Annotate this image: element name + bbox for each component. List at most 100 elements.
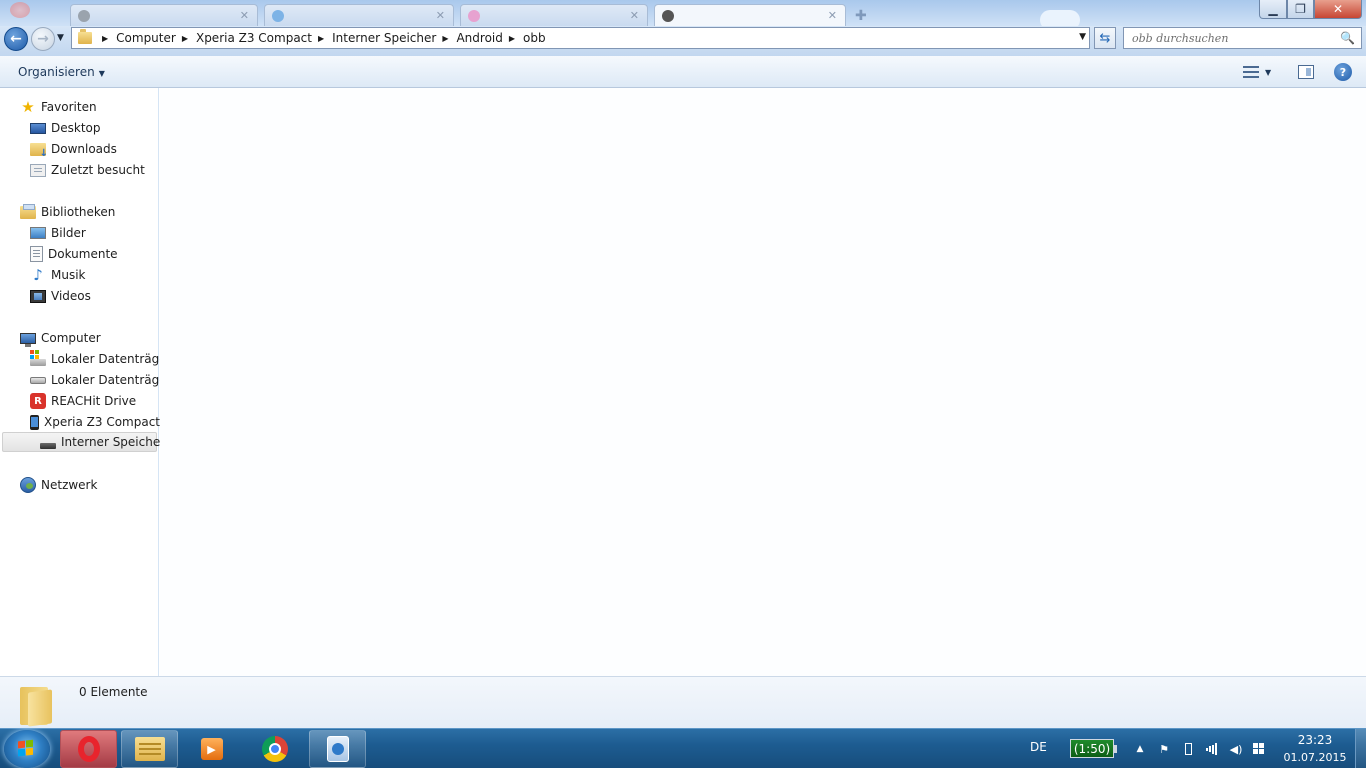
nav-internal-storage[interactable]: Interner Speicher xyxy=(2,432,165,452)
nav-label: Computer xyxy=(41,331,101,345)
nav-local-disk-d[interactable]: Lokaler Datenträger xyxy=(30,370,172,390)
nav-network[interactable]: Netzwerk xyxy=(20,475,97,495)
nav-libraries[interactable]: Bibliotheken xyxy=(20,202,115,222)
power-icon[interactable] xyxy=(1181,742,1195,756)
breadcrumb-separator-icon[interactable]: ▶ xyxy=(442,34,448,43)
computer-icon xyxy=(20,332,36,347)
nav-reachit-drive[interactable]: R REACHit Drive xyxy=(30,391,136,411)
show-hidden-icons-icon[interactable]: ▲ xyxy=(1133,742,1147,756)
taskbar-app-explorer[interactable] xyxy=(121,730,178,768)
nav-label: Bilder xyxy=(51,226,86,240)
minimize-button[interactable]: ▁ xyxy=(1259,0,1287,19)
start-button[interactable] xyxy=(4,730,50,768)
nav-label: Videos xyxy=(51,289,91,303)
search-icon[interactable]: 🔍 xyxy=(1340,31,1355,45)
pc-companion-icon xyxy=(326,736,349,762)
action-center-flag-icon[interactable]: ⚑ xyxy=(1157,742,1171,756)
breadcrumb-xperia[interactable]: Xperia Z3 Compact xyxy=(196,31,312,45)
media-player-icon: ▶ xyxy=(200,738,223,760)
nav-desktop[interactable]: Desktop xyxy=(30,118,101,138)
breadcrumb-obb[interactable]: obb xyxy=(523,31,546,45)
close-button[interactable]: ✕ xyxy=(1314,0,1362,19)
nav-label: Zuletzt besucht xyxy=(51,163,145,177)
address-history-dropdown[interactable]: ▼ xyxy=(1079,32,1086,42)
nav-favorites[interactable]: ★ Favoriten xyxy=(20,97,97,117)
folder-icon xyxy=(20,683,54,727)
new-tab-icon: ✚ xyxy=(855,8,867,24)
nav-computer[interactable]: Computer xyxy=(20,328,101,348)
drive-icon xyxy=(30,376,46,384)
reachit-icon: R xyxy=(30,393,46,409)
tab-close-icon: ✕ xyxy=(239,9,249,22)
organize-button[interactable]: Organisieren ▼ xyxy=(18,65,105,79)
volume-icon[interactable]: ◀) xyxy=(1229,742,1243,756)
pictures-icon xyxy=(30,227,46,239)
command-bar: Organisieren ▼ ▼ ? xyxy=(0,56,1366,88)
nav-pictures[interactable]: Bilder xyxy=(30,223,86,243)
breadcrumb-android[interactable]: Android xyxy=(456,31,502,45)
change-view-button[interactable]: ▼ xyxy=(1243,63,1279,81)
search-input[interactable] xyxy=(1132,31,1332,45)
tab-close-icon: ✕ xyxy=(629,9,639,22)
taskbar-app-pc-companion[interactable] xyxy=(309,730,366,768)
preview-pane-button[interactable] xyxy=(1298,65,1314,79)
nav-music[interactable]: ♪ Musik xyxy=(30,265,85,285)
breadcrumb-internal-storage[interactable]: Interner Speicher xyxy=(332,31,436,45)
title-bar: ✕ ✕ ✕ ✕ ✚ ▁ ❐ ✕ xyxy=(0,0,1366,26)
nav-label: Desktop xyxy=(51,121,101,135)
nav-videos[interactable]: Videos xyxy=(30,286,91,306)
language-indicator[interactable]: DE xyxy=(1030,740,1047,754)
search-box[interactable]: 🔍 xyxy=(1123,27,1362,49)
chrome-icon xyxy=(261,736,288,762)
nav-local-disk-c[interactable]: Lokaler Datenträger xyxy=(30,349,172,369)
opera-icon xyxy=(77,736,100,762)
nav-recent-places[interactable]: Zuletzt besucht xyxy=(30,160,145,180)
tab-close-icon: ✕ xyxy=(827,9,837,22)
taskbar-app-media-player[interactable]: ▶ xyxy=(183,730,240,768)
forward-button[interactable]: → xyxy=(31,27,55,51)
maximize-button[interactable]: ❐ xyxy=(1287,0,1314,19)
recent-places-icon xyxy=(30,163,46,177)
refresh-button[interactable]: ⇆ xyxy=(1094,27,1116,49)
details-view-icon xyxy=(1243,65,1259,79)
taskbar-app-chrome[interactable] xyxy=(246,730,303,768)
address-bar[interactable]: ▶ Computer ▶ Xperia Z3 Compact ▶ Interne… xyxy=(71,27,1090,49)
recent-pages-dropdown[interactable]: ▼ xyxy=(57,33,64,43)
nav-label: Favoriten xyxy=(41,100,97,114)
tab-favicon xyxy=(272,10,284,22)
breadcrumb-computer[interactable]: Computer xyxy=(116,31,176,45)
clock[interactable]: 23:23 01.07.2015 xyxy=(1282,732,1348,766)
battery-indicator[interactable]: (1:50) xyxy=(1070,739,1117,758)
folder-icon xyxy=(78,29,92,44)
help-button[interactable]: ? xyxy=(1334,63,1352,81)
nav-documents[interactable]: Dokumente xyxy=(30,244,118,264)
nav-label: Interner Speicher xyxy=(61,435,166,449)
windows-tiles-icon[interactable] xyxy=(1253,742,1267,756)
file-list[interactable] xyxy=(160,88,1366,676)
chevron-down-icon: ▼ xyxy=(98,69,105,78)
background-browser-logo xyxy=(10,2,30,18)
back-button[interactable]: ← xyxy=(4,27,28,51)
windows-logo-icon xyxy=(18,740,25,749)
nav-xperia[interactable]: Xperia Z3 Compact xyxy=(30,412,160,432)
tab-close-icon: ✕ xyxy=(435,9,445,22)
background-browser-tab: ✕ xyxy=(654,4,846,26)
nav-downloads[interactable]: Downloads xyxy=(30,139,117,159)
libraries-icon xyxy=(20,203,36,219)
network-signal-icon[interactable] xyxy=(1205,742,1219,756)
desktop-icon xyxy=(30,122,46,134)
breadcrumb-separator-icon[interactable]: ▶ xyxy=(318,34,324,43)
navigation-bar: ← → ▼ ▶ Computer ▶ Xperia Z3 Compact ▶ I… xyxy=(0,26,1366,56)
clock-date: 01.07.2015 xyxy=(1283,751,1347,764)
breadcrumb-separator-icon[interactable]: ▶ xyxy=(509,34,515,43)
show-desktop-button[interactable] xyxy=(1355,729,1366,768)
breadcrumb-separator-icon[interactable]: ▶ xyxy=(102,34,108,43)
breadcrumb-separator-icon[interactable]: ▶ xyxy=(182,34,188,43)
nav-label: Dokumente xyxy=(48,247,118,261)
music-icon: ♪ xyxy=(33,266,43,284)
taskbar-app-opera[interactable] xyxy=(60,730,117,768)
nav-label: Downloads xyxy=(51,142,117,156)
background-browser-tab: ✕ xyxy=(264,4,454,26)
phone-icon xyxy=(30,414,39,430)
chevron-down-icon[interactable]: ▼ xyxy=(1265,68,1271,77)
